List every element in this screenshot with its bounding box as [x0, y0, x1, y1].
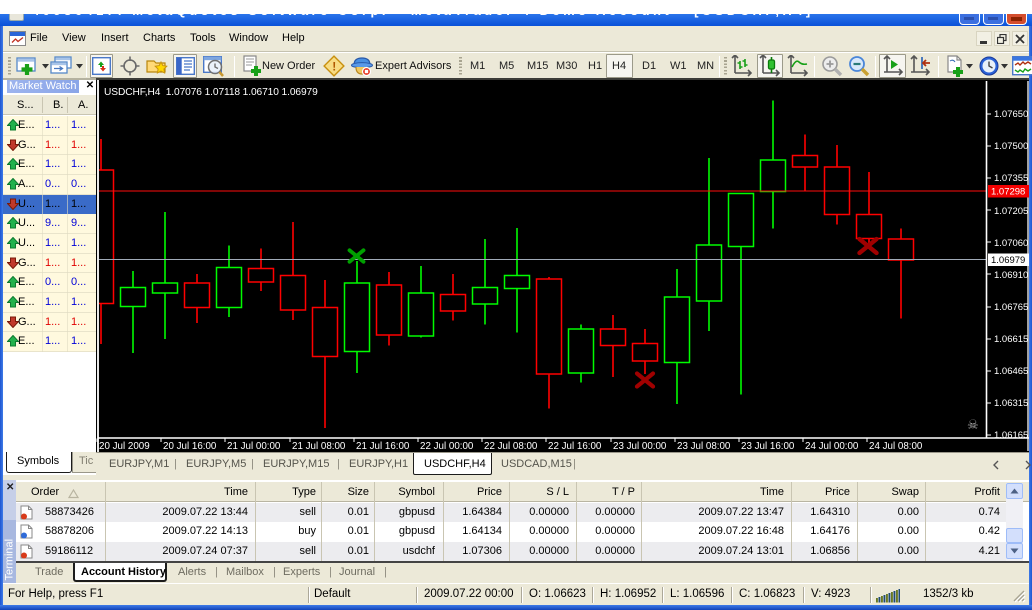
- svg-text:21 Jul 08:00: 21 Jul 08:00: [292, 441, 346, 452]
- svg-text:22 Jul 00:00: 22 Jul 00:00: [420, 441, 474, 452]
- svg-text:21 Jul 16:00: 21 Jul 16:00: [356, 441, 410, 452]
- svg-text:1.06765: 1.06765: [994, 302, 1028, 313]
- svg-text:1.06165: 1.06165: [994, 430, 1028, 441]
- svg-text:24 Jul 00:00: 24 Jul 00:00: [805, 441, 859, 452]
- svg-text:22 Jul 08:00: 22 Jul 08:00: [484, 441, 538, 452]
- svg-text:!: !: [332, 60, 336, 74]
- svg-text:1.06315: 1.06315: [994, 398, 1028, 409]
- svg-text:1.06465: 1.06465: [994, 366, 1028, 377]
- svg-text:24 Jul 08:00: 24 Jul 08:00: [869, 441, 923, 452]
- svg-text:USDCHF,H4 1.07076 1.07118 1.0: USDCHF,H4 1.07076 1.07118 1.06710 1.0697…: [104, 87, 318, 98]
- svg-text:☠: ☠: [967, 417, 979, 432]
- svg-text:1.07205: 1.07205: [994, 206, 1028, 217]
- svg-text:21 Jul 00:00: 21 Jul 00:00: [227, 441, 281, 452]
- svg-text:1.06615: 1.06615: [994, 334, 1028, 345]
- svg-text:22 Jul 16:00: 22 Jul 16:00: [548, 441, 602, 452]
- svg-text:1.07060: 1.07060: [994, 238, 1028, 249]
- svg-text:1.06979: 1.06979: [991, 255, 1025, 266]
- svg-text:1.07500: 1.07500: [994, 141, 1028, 152]
- svg-text:20 Jul 16:00: 20 Jul 16:00: [163, 441, 217, 452]
- svg-text:1.07355: 1.07355: [994, 173, 1028, 184]
- svg-text:1.06910: 1.06910: [994, 270, 1028, 281]
- svg-text:20 Jul 2009: 20 Jul 2009: [99, 441, 150, 452]
- svg-text:23 Jul 08:00: 23 Jul 08:00: [677, 441, 731, 452]
- svg-text:1.07650: 1.07650: [994, 109, 1028, 120]
- svg-text:23 Jul 16:00: 23 Jul 16:00: [741, 441, 795, 452]
- svg-text:1.07298: 1.07298: [991, 187, 1025, 198]
- svg-text:23 Jul 00:00: 23 Jul 00:00: [613, 441, 667, 452]
